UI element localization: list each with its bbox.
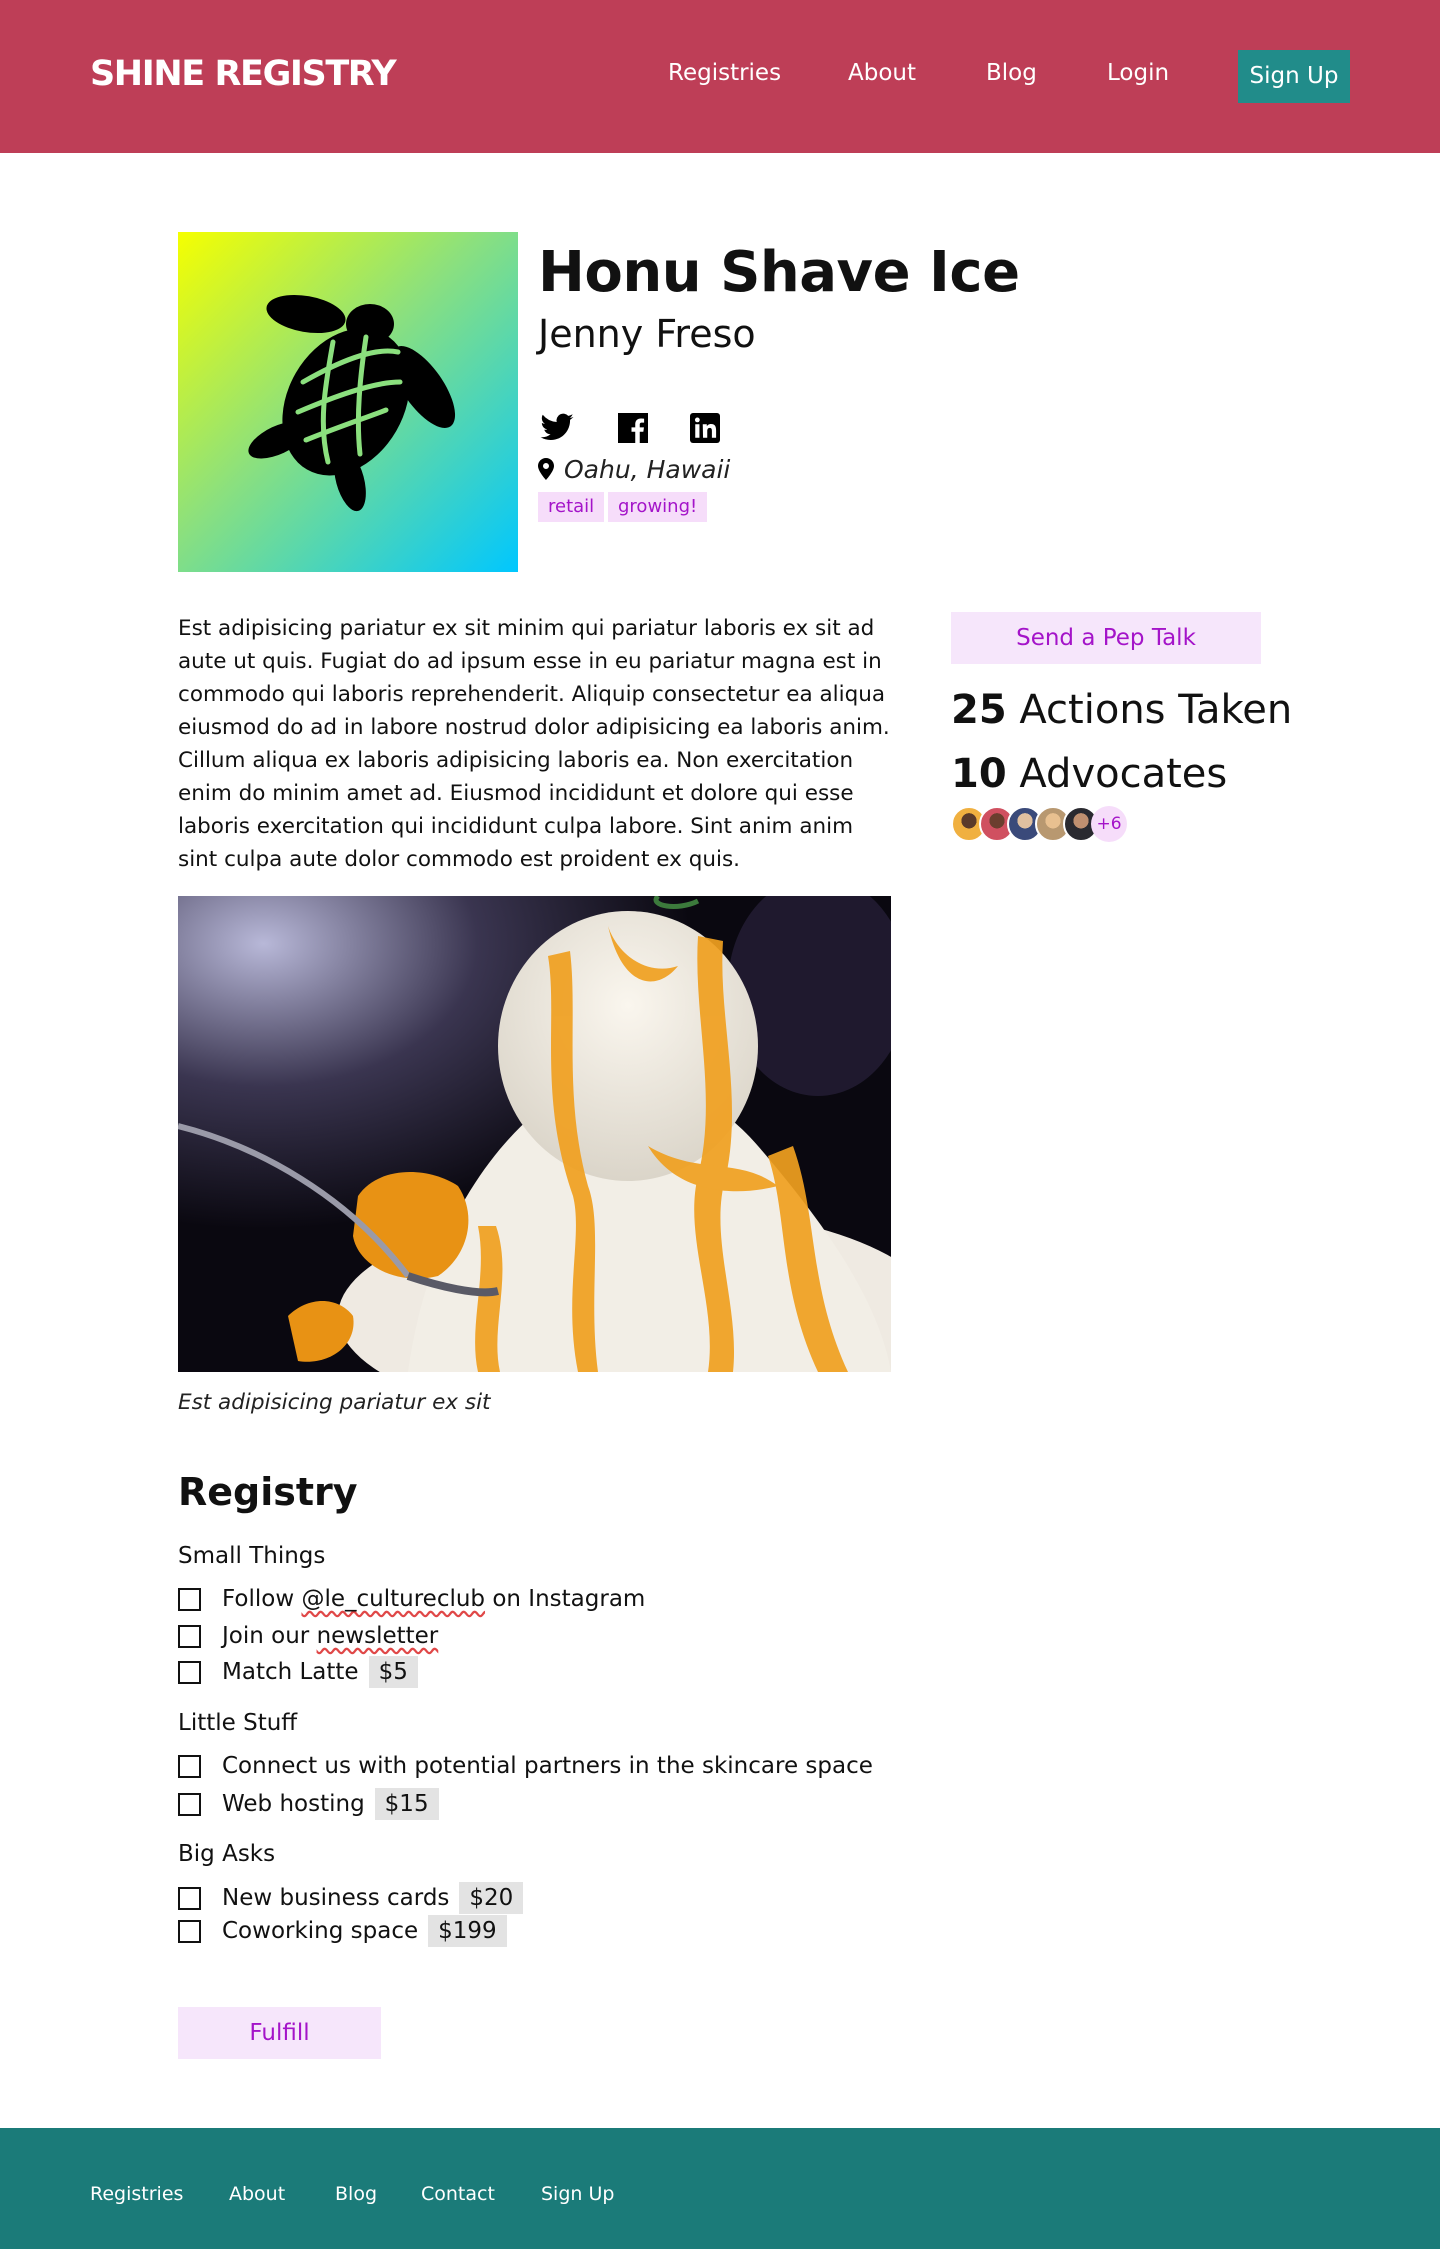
item-text: on Instagram	[485, 1586, 646, 1612]
business-description: Est adipisicing pariatur ex sit minim qu…	[178, 616, 890, 872]
shave-ice-photo	[178, 896, 891, 1372]
item-label: New business cards	[222, 1885, 450, 1911]
item-checkbox[interactable]	[178, 1587, 201, 1611]
map-pin-icon	[538, 458, 554, 480]
actions-count: 25	[951, 687, 1007, 733]
registry-item: Connect us with potential partners in th…	[178, 1750, 873, 1782]
item-label: Coworking space	[222, 1918, 419, 1944]
facebook-icon[interactable]	[614, 410, 652, 446]
instagram-handle-link[interactable]: @le_cultureclub	[301, 1586, 485, 1612]
actions-taken-stat: 25 Actions Taken	[951, 687, 1292, 733]
registry-item: Join our newsletter	[178, 1620, 438, 1652]
nav-login[interactable]: Login	[1107, 60, 1169, 86]
sea-turtle-icon	[248, 294, 456, 512]
site-logo[interactable]: SHINE REGISTRY	[90, 54, 397, 94]
advocates-label: Advocates	[1019, 751, 1228, 797]
item-checkbox[interactable]	[178, 1919, 201, 1943]
site-footer	[0, 2128, 1440, 2249]
registry-item: New business cards $20	[178, 1882, 524, 1914]
price-badge: $199	[428, 1915, 507, 1947]
tag-growing[interactable]: growing!	[608, 492, 708, 522]
owner-name: Jenny Freso	[538, 312, 756, 356]
actions-label: Actions Taken	[1019, 687, 1293, 733]
advocates-count: 10	[951, 751, 1007, 797]
send-pep-talk-button[interactable]: Send a Pep Talk	[951, 612, 1261, 664]
item-label: Connect us with potential partners in th…	[222, 1753, 873, 1779]
footer-about[interactable]: About	[229, 2183, 285, 2205]
price-badge: $20	[459, 1882, 524, 1914]
footer-contact[interactable]: Contact	[421, 2183, 495, 2205]
tag-retail[interactable]: retail	[538, 492, 605, 522]
footer-signup[interactable]: Sign Up	[541, 2183, 614, 2205]
advocates-stat: 10 Advocates	[951, 751, 1227, 797]
nav-about[interactable]: About	[848, 60, 916, 86]
registry-item: Coworking space $199	[178, 1915, 507, 1947]
twitter-icon[interactable]	[538, 410, 576, 446]
nav-registries[interactable]: Registries	[668, 60, 781, 86]
location: Oahu, Hawaii	[538, 452, 730, 486]
registry-item: Match Latte $5	[178, 1656, 418, 1688]
price-badge: $15	[374, 1788, 439, 1820]
item-checkbox[interactable]	[178, 1660, 201, 1684]
fulfill-button[interactable]: Fulfill	[178, 2007, 381, 2059]
location-text: Oahu, Hawaii	[564, 454, 731, 484]
item-checkbox[interactable]	[178, 1754, 201, 1778]
item-checkbox[interactable]	[178, 1792, 201, 1816]
newsletter-link[interactable]: newsletter	[317, 1623, 439, 1649]
item-label: Web hosting	[222, 1791, 365, 1817]
signup-button[interactable]: Sign Up	[1238, 50, 1350, 103]
item-checkbox[interactable]	[178, 1886, 201, 1910]
photo-caption: Est adipisicing pariatur ex sit	[178, 1390, 491, 1415]
item-checkbox[interactable]	[178, 1624, 201, 1648]
footer-registries[interactable]: Registries	[90, 2183, 183, 2205]
registry-title: Registry	[178, 1470, 358, 1514]
group-title-little-stuff: Little Stuff	[178, 1710, 298, 1736]
registry-item: Follow @le_cultureclub on Instagram	[178, 1583, 645, 1615]
footer-blog[interactable]: Blog	[335, 2183, 377, 2205]
group-title-big-asks: Big Asks	[178, 1841, 276, 1867]
item-label: Match Latte	[222, 1659, 359, 1685]
registry-item: Web hosting $15	[178, 1788, 439, 1820]
linkedin-icon[interactable]	[686, 410, 724, 446]
business-logo-image	[178, 232, 518, 572]
item-text: Join our	[222, 1623, 317, 1649]
group-title-small-things: Small Things	[178, 1543, 326, 1569]
more-advocates-badge[interactable]: +6	[1091, 806, 1127, 842]
nav-blog[interactable]: Blog	[986, 60, 1037, 86]
business-name: Honu Shave Ice	[538, 240, 1020, 305]
price-badge: $5	[368, 1656, 418, 1688]
item-text: Follow	[222, 1586, 302, 1612]
